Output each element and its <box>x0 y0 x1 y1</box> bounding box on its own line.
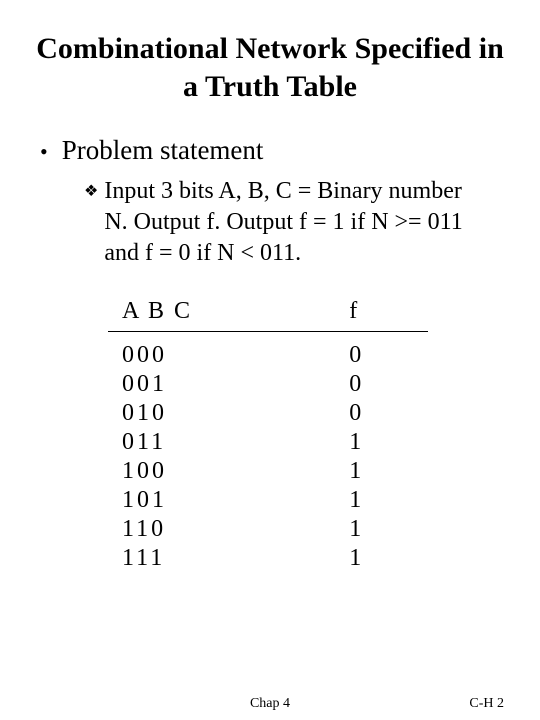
cell-f: 1 <box>335 429 428 458</box>
cell-abc: 101 <box>108 487 335 516</box>
table-row: 111 1 <box>108 545 428 574</box>
cell-f: 1 <box>335 545 428 574</box>
table-row: 101 1 <box>108 487 428 516</box>
table-row: 011 1 <box>108 429 428 458</box>
cell-abc: 100 <box>108 458 335 487</box>
cell-abc: 001 <box>108 371 335 400</box>
cell-f: 1 <box>335 458 428 487</box>
table-row: 010 0 <box>108 400 428 429</box>
table-row: 000 0 <box>108 332 428 371</box>
cell-f: 0 <box>335 332 428 371</box>
table-row: 001 0 <box>108 371 428 400</box>
truth-table: A B C f 000 0 001 0 010 0 <box>108 298 428 574</box>
footer-chapter: Chap 4 <box>250 696 290 712</box>
bullet-level-2: ❖ Input 3 bits A, B, C = Binary number N… <box>84 176 484 270</box>
cell-abc: 110 <box>108 516 335 545</box>
header-abc: A B C <box>108 298 335 331</box>
cell-f: 0 <box>335 371 428 400</box>
cell-f: 1 <box>335 487 428 516</box>
bullet-l2-text: Input 3 bits A, B, C = Binary number N. … <box>104 176 484 270</box>
cell-f: 1 <box>335 516 428 545</box>
bullet-diamond-icon: ❖ <box>84 182 98 203</box>
table-row: 100 1 <box>108 458 428 487</box>
cell-abc: 011 <box>108 429 335 458</box>
slide: Combinational Network Specified in a Tru… <box>0 0 540 720</box>
truth-table-container: A B C f 000 0 001 0 010 0 <box>108 298 512 574</box>
slide-title: Combinational Network Specified in a Tru… <box>28 30 512 105</box>
cell-f: 0 <box>335 400 428 429</box>
bullet-dot-icon: • <box>40 141 48 163</box>
table-row: 110 1 <box>108 516 428 545</box>
footer-page: C-H 2 <box>469 696 504 712</box>
bullet-level-1: • Problem statement <box>40 135 512 166</box>
bullet-l1-text: Problem statement <box>62 135 264 166</box>
cell-abc: 111 <box>108 545 335 574</box>
table-header-row: A B C f <box>108 298 428 331</box>
cell-abc: 010 <box>108 400 335 429</box>
cell-abc: 000 <box>108 332 335 371</box>
header-f: f <box>335 298 428 331</box>
